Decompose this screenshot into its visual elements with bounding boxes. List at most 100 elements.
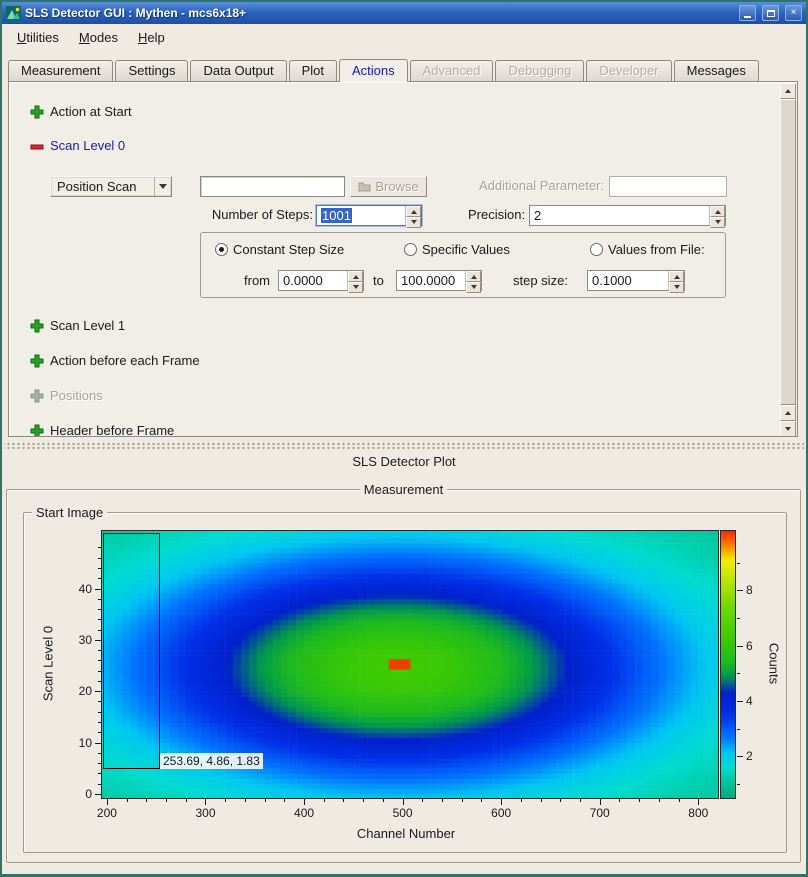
collapse-minus-icon[interactable]	[30, 140, 44, 154]
y-tick-label: 0	[46, 787, 92, 801]
to-label: to	[373, 273, 384, 289]
combo-dropdown-button[interactable]	[154, 177, 171, 196]
scan-level-0-label[interactable]: Scan Level 0	[50, 138, 125, 154]
scan-mode-combobox[interactable]: Position Scan	[50, 176, 172, 197]
spin-buttons[interactable]	[347, 271, 363, 290]
arrow-up-icon	[785, 408, 791, 415]
maximize-button[interactable]	[762, 5, 779, 21]
specific-values-radio[interactable]	[404, 243, 417, 256]
to-value: 100.0000	[397, 271, 465, 290]
spin-up-icon[interactable]	[348, 271, 363, 282]
y-minor-tick	[98, 722, 101, 723]
chevron-down-icon	[159, 184, 167, 193]
expand-plus-icon[interactable]	[30, 424, 44, 437]
menu-bar: Utilities Modes Help	[2, 24, 806, 50]
y-minor-tick	[98, 650, 101, 651]
spin-up-icon[interactable]	[466, 271, 481, 282]
y-minor-tick	[98, 784, 101, 785]
tab-plot[interactable]: Plot	[289, 60, 337, 81]
tab-data-output[interactable]: Data Output	[190, 60, 286, 81]
y-major-tick	[95, 640, 101, 641]
spin-down-icon[interactable]	[348, 282, 363, 293]
from-spinbox[interactable]: 0.0000	[278, 270, 364, 291]
scroll-up-button[interactable]	[780, 83, 796, 99]
x-minor-tick	[619, 799, 620, 802]
x-minor-tick	[225, 799, 226, 802]
precision-label: Precision:	[468, 207, 525, 223]
spin-down-icon[interactable]	[406, 217, 421, 228]
menu-modes[interactable]: Modes	[69, 26, 128, 49]
y-minor-tick	[98, 578, 101, 579]
colorbar-canvas	[721, 531, 735, 798]
window-title: SLS Detector GUI : Mythen - mcs6x18+	[25, 6, 733, 20]
x-major-tick	[403, 799, 404, 805]
y-tick-label: 10	[46, 736, 92, 750]
browse-button-label: Browse	[375, 179, 418, 194]
x-minor-tick	[265, 799, 266, 802]
x-major-tick	[107, 799, 108, 805]
spin-up-icon[interactable]	[710, 206, 725, 217]
action-at-start-label[interactable]: Action at Start	[50, 104, 132, 120]
expand-plus-icon[interactable]	[30, 319, 44, 333]
colorbar-minor-tick	[737, 729, 740, 730]
browse-button: Browse	[350, 176, 427, 197]
spin-buttons[interactable]	[405, 206, 421, 225]
spin-up-icon[interactable]	[669, 271, 684, 282]
spin-down-icon[interactable]	[710, 217, 725, 228]
scroll-down-button[interactable]	[780, 421, 796, 437]
menu-help[interactable]: Help	[128, 26, 175, 49]
spin-down-icon[interactable]	[466, 282, 481, 293]
colorbar-frame	[720, 530, 736, 799]
y-minor-tick	[98, 671, 101, 672]
y-minor-tick	[98, 599, 101, 600]
to-spinbox[interactable]: 100.0000	[396, 270, 482, 291]
y-minor-tick	[98, 732, 101, 733]
tab-settings[interactable]: Settings	[115, 60, 188, 81]
spin-down-icon[interactable]	[669, 282, 684, 293]
app-icon	[6, 6, 21, 21]
spin-buttons[interactable]	[709, 206, 725, 225]
x-minor-tick	[324, 799, 325, 802]
browse-folder-icon	[358, 181, 371, 192]
tab-advanced: Advanced	[410, 60, 494, 81]
plot-area: Scan Level 0 253.69, 4.86, 1.83 Counts C…	[24, 513, 786, 852]
expand-plus-icon[interactable]	[30, 354, 44, 368]
title-bar[interactable]: SLS Detector GUI : Mythen - mcs6x18+ ×	[2, 2, 806, 24]
values-from-file-label[interactable]: Values from File:	[608, 242, 705, 258]
tab-actions[interactable]: Actions	[339, 59, 408, 82]
spin-buttons[interactable]	[465, 271, 481, 290]
step-size-spinbox[interactable]: 0.1000	[587, 270, 685, 291]
scroll-up-button-2[interactable]	[780, 405, 796, 421]
x-minor-tick	[422, 799, 423, 802]
x-minor-tick	[541, 799, 542, 802]
number-of-steps-spinbox[interactable]: 1001	[316, 205, 422, 226]
menu-utilities[interactable]: Utilities	[7, 26, 69, 49]
x-minor-tick	[245, 799, 246, 802]
action-before-frame-label[interactable]: Action before each Frame	[50, 353, 200, 369]
x-minor-tick	[442, 799, 443, 802]
expand-plus-icon[interactable]	[30, 105, 44, 119]
colorbar-major-tick	[737, 646, 743, 647]
scan-level-1-label[interactable]: Scan Level 1	[50, 318, 125, 334]
specific-values-label[interactable]: Specific Values	[422, 242, 510, 258]
tab-messages[interactable]: Messages	[674, 60, 759, 81]
precision-spinbox[interactable]: 2	[529, 205, 726, 226]
splitter-handle[interactable]	[4, 441, 804, 450]
measurement-group-title: Measurement	[360, 482, 447, 498]
colorbar-major-tick	[737, 590, 743, 591]
scrollbar-thumb[interactable]	[780, 99, 796, 405]
vertical-scrollbar[interactable]	[780, 83, 796, 435]
header-before-frame-label[interactable]: Header before Frame	[50, 423, 174, 437]
x-minor-tick	[166, 799, 167, 802]
script-path-input[interactable]	[200, 176, 345, 197]
constant-step-label[interactable]: Constant Step Size	[233, 242, 344, 258]
constant-step-radio[interactable]	[215, 243, 228, 256]
y-major-tick	[95, 794, 101, 795]
minimize-button[interactable]	[739, 5, 756, 21]
spin-up-icon[interactable]	[406, 206, 421, 217]
close-button[interactable]: ×	[785, 5, 802, 21]
y-minor-tick	[98, 558, 101, 559]
spin-buttons[interactable]	[668, 271, 684, 290]
values-from-file-radio[interactable]	[590, 243, 603, 256]
tab-measurement[interactable]: Measurement	[8, 60, 113, 81]
